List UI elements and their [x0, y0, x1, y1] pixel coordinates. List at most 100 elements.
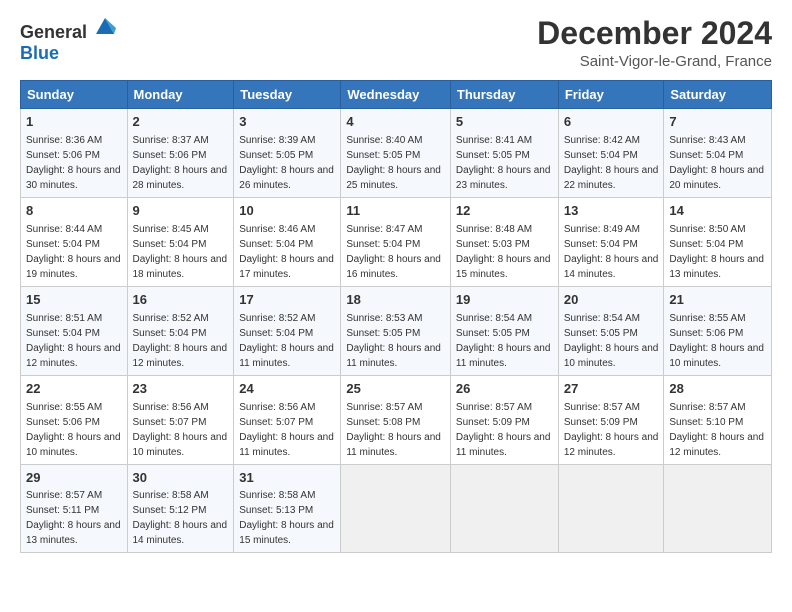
day-cell: 7Sunrise: 8:43 AM Sunset: 5:04 PM Daylig… [664, 109, 772, 198]
day-cell: 31Sunrise: 8:58 AM Sunset: 5:13 PM Dayli… [234, 464, 341, 553]
logo-blue: Blue [20, 43, 59, 63]
day-cell: 27Sunrise: 8:57 AM Sunset: 5:09 PM Dayli… [558, 375, 664, 464]
day-number: 25 [346, 380, 445, 399]
day-number: 1 [26, 113, 122, 132]
day-number: 14 [669, 202, 766, 221]
week-row-1: 1Sunrise: 8:36 AM Sunset: 5:06 PM Daylig… [21, 109, 772, 198]
day-info: Sunrise: 8:58 AM Sunset: 5:12 PM Dayligh… [133, 488, 229, 548]
day-info: Sunrise: 8:43 AM Sunset: 5:04 PM Dayligh… [669, 133, 766, 193]
day-number: 11 [346, 202, 445, 221]
day-info: Sunrise: 8:57 AM Sunset: 5:10 PM Dayligh… [669, 400, 766, 460]
day-info: Sunrise: 8:47 AM Sunset: 5:04 PM Dayligh… [346, 222, 445, 282]
day-number: 6 [564, 113, 659, 132]
day-info: Sunrise: 8:40 AM Sunset: 5:05 PM Dayligh… [346, 133, 445, 193]
calendar-header-row: SundayMondayTuesdayWednesdayThursdayFrid… [21, 81, 772, 109]
day-number: 23 [133, 380, 229, 399]
day-info: Sunrise: 8:55 AM Sunset: 5:06 PM Dayligh… [669, 311, 766, 371]
day-info: Sunrise: 8:53 AM Sunset: 5:05 PM Dayligh… [346, 311, 445, 371]
header-cell-saturday: Saturday [664, 81, 772, 109]
day-info: Sunrise: 8:56 AM Sunset: 5:07 PM Dayligh… [239, 400, 335, 460]
day-number: 9 [133, 202, 229, 221]
day-cell: 19Sunrise: 8:54 AM Sunset: 5:05 PM Dayli… [450, 286, 558, 375]
day-cell: 5Sunrise: 8:41 AM Sunset: 5:05 PM Daylig… [450, 109, 558, 198]
day-number: 4 [346, 113, 445, 132]
logo-general: General [20, 22, 87, 42]
day-number: 16 [133, 291, 229, 310]
day-info: Sunrise: 8:51 AM Sunset: 5:04 PM Dayligh… [26, 311, 122, 371]
day-cell: 29Sunrise: 8:57 AM Sunset: 5:11 PM Dayli… [21, 464, 128, 553]
day-cell: 14Sunrise: 8:50 AM Sunset: 5:04 PM Dayli… [664, 198, 772, 287]
day-cell: 13Sunrise: 8:49 AM Sunset: 5:04 PM Dayli… [558, 198, 664, 287]
day-number: 19 [456, 291, 553, 310]
day-cell: 10Sunrise: 8:46 AM Sunset: 5:04 PM Dayli… [234, 198, 341, 287]
day-info: Sunrise: 8:54 AM Sunset: 5:05 PM Dayligh… [456, 311, 553, 371]
calendar-table: SundayMondayTuesdayWednesdayThursdayFrid… [20, 80, 772, 553]
day-cell: 21Sunrise: 8:55 AM Sunset: 5:06 PM Dayli… [664, 286, 772, 375]
location-subtitle: Saint-Vigor-le-Grand, France [537, 53, 772, 70]
day-number: 7 [669, 113, 766, 132]
day-cell: 2Sunrise: 8:37 AM Sunset: 5:06 PM Daylig… [127, 109, 234, 198]
day-cell: 20Sunrise: 8:54 AM Sunset: 5:05 PM Dayli… [558, 286, 664, 375]
day-number: 5 [456, 113, 553, 132]
day-cell [558, 464, 664, 553]
day-cell: 25Sunrise: 8:57 AM Sunset: 5:08 PM Dayli… [341, 375, 451, 464]
header-cell-tuesday: Tuesday [234, 81, 341, 109]
day-number: 18 [346, 291, 445, 310]
week-row-5: 29Sunrise: 8:57 AM Sunset: 5:11 PM Dayli… [21, 464, 772, 553]
day-cell: 24Sunrise: 8:56 AM Sunset: 5:07 PM Dayli… [234, 375, 341, 464]
day-info: Sunrise: 8:42 AM Sunset: 5:04 PM Dayligh… [564, 133, 659, 193]
day-number: 24 [239, 380, 335, 399]
week-row-3: 15Sunrise: 8:51 AM Sunset: 5:04 PM Dayli… [21, 286, 772, 375]
day-cell [341, 464, 451, 553]
day-number: 27 [564, 380, 659, 399]
day-info: Sunrise: 8:48 AM Sunset: 5:03 PM Dayligh… [456, 222, 553, 282]
month-title: December 2024 [537, 16, 772, 51]
day-number: 3 [239, 113, 335, 132]
day-info: Sunrise: 8:57 AM Sunset: 5:09 PM Dayligh… [456, 400, 553, 460]
day-info: Sunrise: 8:55 AM Sunset: 5:06 PM Dayligh… [26, 400, 122, 460]
day-cell: 11Sunrise: 8:47 AM Sunset: 5:04 PM Dayli… [341, 198, 451, 287]
week-row-4: 22Sunrise: 8:55 AM Sunset: 5:06 PM Dayli… [21, 375, 772, 464]
day-number: 30 [133, 469, 229, 488]
day-cell: 26Sunrise: 8:57 AM Sunset: 5:09 PM Dayli… [450, 375, 558, 464]
day-number: 26 [456, 380, 553, 399]
logo: General Blue [20, 16, 116, 64]
day-info: Sunrise: 8:50 AM Sunset: 5:04 PM Dayligh… [669, 222, 766, 282]
day-number: 15 [26, 291, 122, 310]
calendar-body: 1Sunrise: 8:36 AM Sunset: 5:06 PM Daylig… [21, 109, 772, 553]
day-cell: 30Sunrise: 8:58 AM Sunset: 5:12 PM Dayli… [127, 464, 234, 553]
day-number: 29 [26, 469, 122, 488]
day-info: Sunrise: 8:36 AM Sunset: 5:06 PM Dayligh… [26, 133, 122, 193]
day-number: 22 [26, 380, 122, 399]
day-info: Sunrise: 8:54 AM Sunset: 5:05 PM Dayligh… [564, 311, 659, 371]
day-info: Sunrise: 8:44 AM Sunset: 5:04 PM Dayligh… [26, 222, 122, 282]
day-info: Sunrise: 8:56 AM Sunset: 5:07 PM Dayligh… [133, 400, 229, 460]
day-number: 17 [239, 291, 335, 310]
day-number: 31 [239, 469, 335, 488]
day-info: Sunrise: 8:41 AM Sunset: 5:05 PM Dayligh… [456, 133, 553, 193]
day-info: Sunrise: 8:58 AM Sunset: 5:13 PM Dayligh… [239, 488, 335, 548]
day-cell: 1Sunrise: 8:36 AM Sunset: 5:06 PM Daylig… [21, 109, 128, 198]
header-cell-sunday: Sunday [21, 81, 128, 109]
day-info: Sunrise: 8:52 AM Sunset: 5:04 PM Dayligh… [239, 311, 335, 371]
header-cell-monday: Monday [127, 81, 234, 109]
day-info: Sunrise: 8:46 AM Sunset: 5:04 PM Dayligh… [239, 222, 335, 282]
day-info: Sunrise: 8:57 AM Sunset: 5:09 PM Dayligh… [564, 400, 659, 460]
day-number: 21 [669, 291, 766, 310]
day-info: Sunrise: 8:57 AM Sunset: 5:08 PM Dayligh… [346, 400, 445, 460]
day-cell: 22Sunrise: 8:55 AM Sunset: 5:06 PM Dayli… [21, 375, 128, 464]
day-number: 8 [26, 202, 122, 221]
day-cell: 18Sunrise: 8:53 AM Sunset: 5:05 PM Dayli… [341, 286, 451, 375]
header: General Blue December 2024 Saint-Vigor-l… [20, 16, 772, 70]
day-cell [664, 464, 772, 553]
header-cell-wednesday: Wednesday [341, 81, 451, 109]
day-info: Sunrise: 8:39 AM Sunset: 5:05 PM Dayligh… [239, 133, 335, 193]
day-cell: 15Sunrise: 8:51 AM Sunset: 5:04 PM Dayli… [21, 286, 128, 375]
day-info: Sunrise: 8:52 AM Sunset: 5:04 PM Dayligh… [133, 311, 229, 371]
day-cell: 4Sunrise: 8:40 AM Sunset: 5:05 PM Daylig… [341, 109, 451, 198]
day-cell: 28Sunrise: 8:57 AM Sunset: 5:10 PM Dayli… [664, 375, 772, 464]
day-cell: 16Sunrise: 8:52 AM Sunset: 5:04 PM Dayli… [127, 286, 234, 375]
header-cell-thursday: Thursday [450, 81, 558, 109]
day-cell: 6Sunrise: 8:42 AM Sunset: 5:04 PM Daylig… [558, 109, 664, 198]
title-section: December 2024 Saint-Vigor-le-Grand, Fran… [537, 16, 772, 70]
